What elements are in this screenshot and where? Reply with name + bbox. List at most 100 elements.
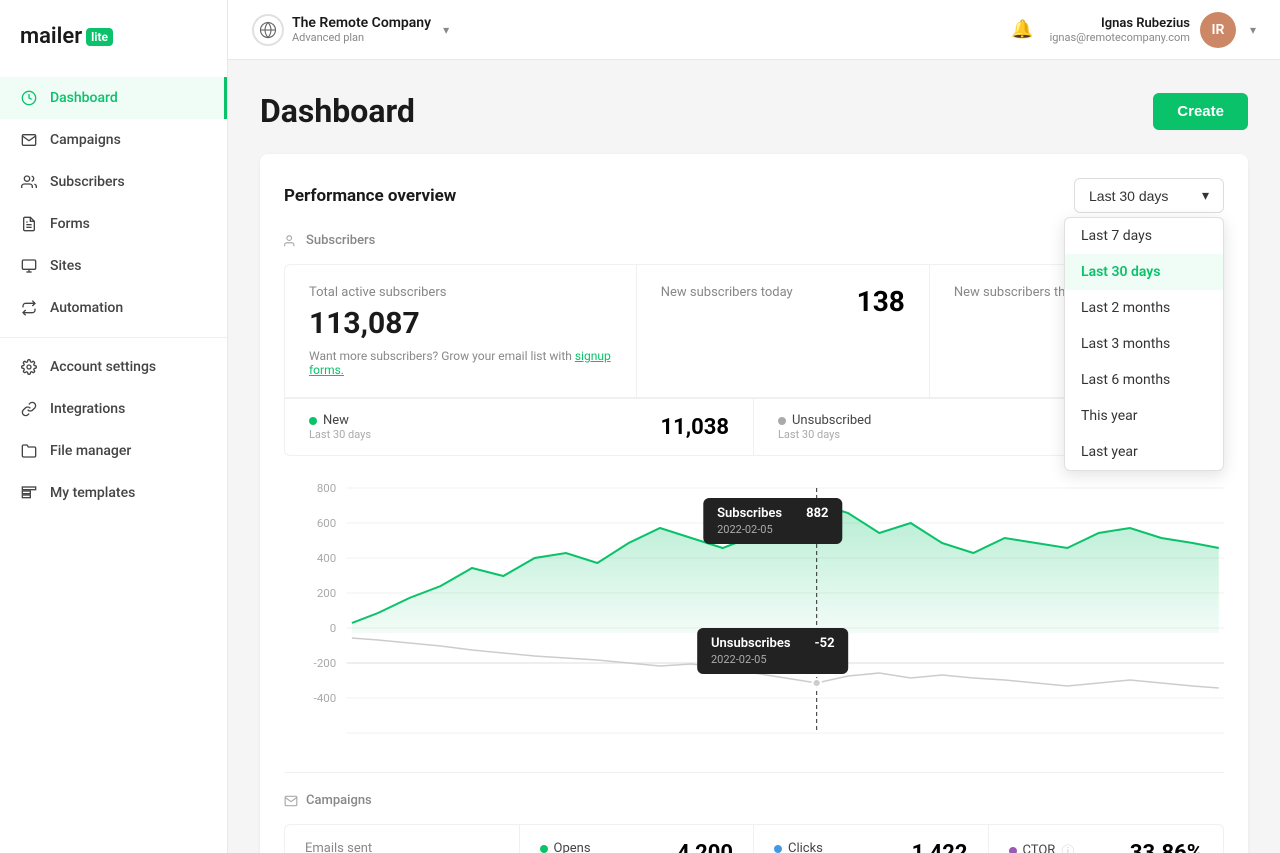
- svg-text:600: 600: [317, 517, 336, 530]
- bell-icon[interactable]: 🔔: [1011, 19, 1033, 40]
- total-active-value: 113,087: [309, 306, 612, 341]
- dropdown-option-thisyear[interactable]: This year: [1065, 398, 1223, 434]
- clicks-cell: Clicks Last 30 days 1,422: [754, 825, 989, 853]
- sidebar-label-account-settings: Account settings: [50, 359, 156, 375]
- settings-icon: [20, 358, 38, 376]
- forms-icon: [20, 215, 38, 233]
- company-name: The Remote Company: [292, 15, 431, 31]
- sidebar-label-my-templates: My templates: [50, 485, 135, 501]
- file-icon: [20, 442, 38, 460]
- sidebar-label-campaigns: Campaigns: [50, 132, 121, 148]
- topbar-right: 🔔 Ignas Rubezius ignas@remotecompany.com…: [1011, 12, 1256, 48]
- opens-value: 4,200: [677, 841, 733, 853]
- user-chevron-icon: ▾: [1250, 23, 1256, 37]
- svg-text:200: 200: [317, 587, 336, 600]
- nav-divider: [0, 337, 227, 338]
- performance-card: Performance overview Last 30 days ▾ Last…: [260, 154, 1248, 853]
- total-active-label: Total active subscribers: [309, 285, 612, 300]
- date-dropdown[interactable]: Last 30 days ▾ Last 7 days Last 30 days …: [1074, 178, 1224, 213]
- date-filter-button[interactable]: Last 30 days ▾: [1074, 178, 1224, 213]
- opens-label: Opens: [554, 841, 591, 853]
- campaigns-icon: [20, 131, 38, 149]
- gray-dot: [778, 417, 786, 425]
- sidebar-label-integrations: Integrations: [50, 401, 125, 417]
- svg-text:0: 0: [330, 622, 336, 635]
- campaigns-stats-row: Emails sent 7,869 Opens Last 30 days: [285, 825, 1223, 853]
- avatar: IR: [1200, 12, 1236, 48]
- logo-area: mailer lite: [0, 0, 227, 77]
- sidebar-item-account-settings[interactable]: Account settings: [0, 346, 227, 388]
- unsub-period: Last 30 days: [778, 428, 871, 441]
- sidebar-label-sites: Sites: [50, 258, 81, 274]
- ctor-dot: [1009, 847, 1017, 853]
- chart-svg: 800 600 400 200 0 -200 -400: [284, 468, 1224, 748]
- sidebar-label-dashboard: Dashboard: [50, 90, 118, 106]
- content-area: Dashboard Create Performance overview La…: [228, 60, 1280, 853]
- card-title: Performance overview: [284, 186, 456, 206]
- sidebar-item-file-manager[interactable]: File manager: [0, 430, 227, 472]
- integrations-icon: [20, 400, 38, 418]
- company-plan: Advanced plan: [292, 31, 431, 44]
- automation-icon: [20, 299, 38, 317]
- green-dot: [309, 417, 317, 425]
- total-active-cell: Total active subscribers 113,087 Want mo…: [285, 265, 637, 397]
- svg-text:-400: -400: [314, 692, 337, 705]
- page-header: Dashboard Create: [260, 92, 1248, 130]
- svg-text:800: 800: [317, 482, 336, 495]
- campaigns-label-text: Campaigns: [306, 793, 372, 808]
- svg-text:-200: -200: [314, 657, 337, 670]
- emails-sent-cell: Emails sent 7,869: [285, 825, 520, 853]
- new-today-label: New subscribers today: [661, 285, 793, 300]
- sidebar-label-forms: Forms: [50, 216, 90, 232]
- sidebar-item-sites[interactable]: Sites: [0, 245, 227, 287]
- sidebar-label-subscribers: Subscribers: [50, 174, 125, 190]
- date-filter-label: Last 30 days: [1089, 188, 1168, 204]
- sidebar-item-subscribers[interactable]: Subscribers: [0, 161, 227, 203]
- dropdown-option-30days[interactable]: Last 30 days: [1065, 254, 1223, 290]
- user-text: Ignas Rubezius ignas@remotecompany.com: [1050, 16, 1190, 44]
- clicks-dot: [774, 845, 782, 853]
- logo-text: mailer: [20, 24, 82, 49]
- campaigns-section: Campaigns Emails sent 7,869 Opens: [284, 772, 1224, 853]
- opens-cell: Opens Last 30 days 4,200: [520, 825, 755, 853]
- ctor-label: CTOR: [1023, 843, 1056, 853]
- page-title: Dashboard: [260, 92, 415, 130]
- dropdown-option-lastyear[interactable]: Last year: [1065, 434, 1223, 470]
- user-info[interactable]: Ignas Rubezius ignas@remotecompany.com I…: [1050, 12, 1256, 48]
- clicks-label: Clicks: [788, 841, 823, 853]
- dropdown-option-2months[interactable]: Last 2 months: [1065, 290, 1223, 326]
- dropdown-option-7days[interactable]: Last 7 days: [1065, 218, 1223, 254]
- sidebar-item-dashboard[interactable]: Dashboard: [0, 77, 227, 119]
- opens-dot: [540, 845, 548, 853]
- dropdown-option-3months[interactable]: Last 3 months: [1065, 326, 1223, 362]
- sidebar-label-file-manager: File manager: [50, 443, 131, 459]
- company-info: The Remote Company Advanced plan: [292, 15, 431, 44]
- sidebar-label-automation: Automation: [50, 300, 123, 316]
- card-header: Performance overview Last 30 days ▾ Last…: [284, 178, 1224, 213]
- globe-icon: [252, 14, 284, 46]
- signup-prompt: Want more subscribers? Grow your email l…: [309, 349, 612, 377]
- create-button[interactable]: Create: [1153, 93, 1248, 130]
- company-chevron-icon: ▾: [443, 23, 449, 37]
- dropdown-option-6months[interactable]: Last 6 months: [1065, 362, 1223, 398]
- ctor-cell: CTOR ⓘ Last 30 days 33.86%: [989, 825, 1224, 853]
- nav-items: Dashboard Campaigns Subscribers Forms Si…: [0, 77, 227, 853]
- logo-badge: lite: [86, 28, 113, 46]
- company-selector[interactable]: The Remote Company Advanced plan ▾: [252, 14, 449, 46]
- sidebar-item-integrations[interactable]: Integrations: [0, 388, 227, 430]
- user-email: ignas@remotecompany.com: [1050, 31, 1190, 44]
- ctor-info-icon[interactable]: ⓘ: [1061, 841, 1074, 853]
- sidebar-item-automation[interactable]: Automation: [0, 287, 227, 329]
- chart-container: 800 600 400 200 0 -200 -400: [284, 468, 1224, 748]
- date-filter-chevron: ▾: [1202, 187, 1209, 204]
- user-name: Ignas Rubezius: [1050, 16, 1190, 31]
- subscribers-label-text: Subscribers: [306, 233, 375, 248]
- sidebar-item-my-templates[interactable]: My templates: [0, 472, 227, 514]
- clicks-value: 1,422: [912, 841, 968, 853]
- sidebar-item-forms[interactable]: Forms: [0, 203, 227, 245]
- emails-sent-label: Emails sent: [305, 841, 499, 853]
- sites-icon: [20, 257, 38, 275]
- sidebar-item-campaigns[interactable]: Campaigns: [0, 119, 227, 161]
- new-today-value: 138: [857, 285, 905, 318]
- templates-icon: [20, 484, 38, 502]
